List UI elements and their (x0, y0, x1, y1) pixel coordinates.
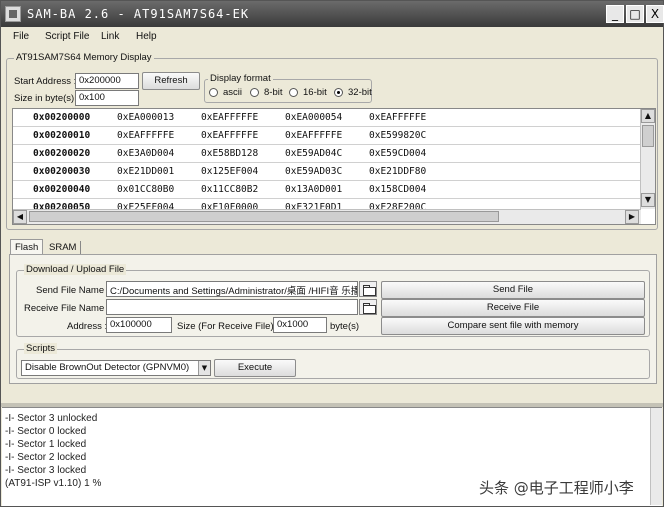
hscroll-thumb[interactable] (29, 211, 499, 222)
memory-cell: 0xE21DD001 (117, 166, 175, 177)
row-address: 0x00200040 (33, 184, 91, 195)
radio-16bit-circle[interactable] (289, 88, 298, 97)
table-row: 0x00200020 0xE3A0D004 0xE58BD128 0xE59AD… (13, 145, 641, 163)
download-upload-title: Download / Upload File (24, 264, 127, 275)
memory-cell: 0xE599820C (369, 130, 427, 141)
memory-cell: 0xE21DDF80 (369, 166, 427, 177)
memory-cell: 0x125EF004 (201, 166, 259, 177)
receive-file-button[interactable]: Receive File (381, 299, 645, 317)
open-folder-icon[interactable] (359, 299, 377, 315)
refresh-button[interactable]: Refresh (142, 72, 200, 90)
address-input[interactable]: 0x100000 (106, 317, 172, 333)
maximize-button[interactable]: □ (626, 5, 644, 23)
vertical-scrollbar[interactable]: ▲ ▼ (640, 109, 655, 209)
row-address: 0x00200020 (33, 148, 91, 159)
menu-help[interactable]: Help (136, 31, 157, 42)
memory-cell: 0x158CD004 (369, 184, 427, 195)
menu-bar: File Script File Link Help (1, 28, 663, 46)
receive-file-label: Receive File Name : (24, 303, 110, 314)
memory-cell: 0xE59AD04C (285, 148, 343, 159)
memory-cell: 0x01CC80B0 (117, 184, 175, 195)
log-line: -I- Sector 1 locked (5, 439, 87, 450)
memory-cell: 0xE59AD03C (285, 166, 343, 177)
memory-table[interactable]: 0x00200000 0xEA000013 0xEAFFFFFE 0xEA000… (12, 108, 656, 225)
tab-divider (80, 241, 81, 255)
scroll-down-icon[interactable]: ▼ (641, 193, 655, 207)
scroll-thumb[interactable] (642, 125, 654, 147)
memory-cell: 0xEAFFFFFE (201, 112, 259, 123)
radio-32bit-circle[interactable] (334, 88, 343, 97)
table-row: 0x00200010 0xEAFFFFFE 0xEAFFFFFE 0xEAFFF… (13, 127, 641, 145)
memory-cell: 0xEAFFFFFE (285, 130, 343, 141)
send-file-label: Send File Name : (36, 285, 110, 296)
scroll-up-icon[interactable]: ▲ (641, 109, 655, 123)
address-label: Address : (67, 321, 108, 332)
memory-cell: 0xEA000054 (285, 112, 343, 123)
row-address: 0x00200030 (33, 166, 91, 177)
scroll-left-icon[interactable]: ◀ (13, 210, 27, 224)
memory-cell: 0xE59CD004 (369, 148, 427, 159)
scripts-select[interactable]: Disable BrownOut Detector (GPNVM0) ▼ (21, 360, 211, 376)
receive-size-input[interactable]: 0x1000 (273, 317, 327, 333)
main-window: SAM-BA 2.6 - AT91SAM7S64-EK _ □ X File S… (0, 0, 664, 507)
memory-cell: 0xE3A0D004 (117, 148, 175, 159)
memory-cell: 0xEAFFFFFE (201, 130, 259, 141)
execute-button[interactable]: Execute (214, 359, 296, 377)
table-row: 0x00200040 0x01CC80B0 0x11CC80B2 0x13A0D… (13, 181, 641, 199)
radio-ascii-label: ascii (223, 87, 243, 98)
radio-ascii-circle[interactable] (209, 88, 218, 97)
radio-16bit-label: 16-bit (303, 87, 327, 98)
tab-sram[interactable]: SRAM (45, 240, 80, 255)
compare-button[interactable]: Compare sent file with memory (381, 317, 645, 335)
tab-flash[interactable]: Flash (10, 239, 44, 255)
row-address: 0x00200000 (33, 112, 91, 123)
send-file-input[interactable]: C:/Documents and Settings/Administrator/… (106, 281, 358, 297)
horizontal-scrollbar[interactable]: ◀ ▶ (13, 209, 641, 224)
log-line: (AT91-ISP v1.10) 1 % (5, 478, 102, 489)
start-address-label: Start Address : (14, 76, 77, 87)
size-input[interactable]: 0x100 (75, 90, 139, 106)
log-line: -I- Sector 3 unlocked (5, 413, 98, 424)
size-label: Size in byte(s) : (14, 93, 80, 104)
memory-display-title: AT91SAM7S64 Memory Display (14, 52, 154, 63)
table-row: 0x00200000 0xEA000013 0xEAFFFFFE 0xEA000… (13, 109, 641, 127)
minimize-button[interactable]: _ (606, 5, 624, 23)
memory-cell: 0xEAFFFFFE (117, 130, 175, 141)
log-scrollbar[interactable] (650, 408, 662, 505)
receive-size-label: Size (For Receive File) : (177, 321, 279, 332)
radio-8bit-circle[interactable] (250, 88, 259, 97)
memory-cell: 0xEAFFFFFE (369, 112, 427, 123)
menu-script-file[interactable]: Script File (45, 31, 89, 42)
title-bar[interactable]: SAM-BA 2.6 - AT91SAM7S64-EK _ □ X (1, 1, 664, 27)
table-row: 0x00200030 0xE21DD001 0x125EF004 0xE59AD… (13, 163, 641, 181)
menu-file[interactable]: File (13, 31, 29, 42)
memory-cell: 0xE58BD128 (201, 148, 259, 159)
size-unit-label: byte(s) (330, 321, 360, 332)
scripts-title: Scripts (24, 343, 58, 354)
send-file-button[interactable]: Send File (381, 281, 645, 299)
close-button[interactable]: X (646, 5, 664, 23)
row-address: 0x00200010 (33, 130, 91, 141)
log-line: -I- Sector 0 locked (5, 426, 87, 437)
app-icon (5, 6, 21, 22)
radio-8bit-label: 8-bit (264, 87, 283, 98)
memory-cell: 0xEA000013 (117, 112, 175, 123)
log-line: -I- Sector 2 locked (5, 452, 87, 463)
radio-32bit-label: 32-bit (348, 87, 372, 98)
window-title: SAM-BA 2.6 - AT91SAM7S64-EK (27, 7, 250, 21)
open-folder-icon[interactable] (359, 281, 377, 297)
memory-cell: 0x13A0D001 (285, 184, 343, 195)
watermark: 头条 @电子工程师小李 (479, 479, 634, 497)
start-address-input[interactable]: 0x200000 (75, 73, 139, 89)
chevron-down-icon[interactable]: ▼ (198, 361, 210, 375)
memory-cell: 0x11CC80B2 (201, 184, 259, 195)
display-format-title: Display format (208, 73, 273, 84)
scripts-select-value: Disable BrownOut Detector (GPNVM0) (25, 362, 190, 373)
scroll-right-icon[interactable]: ▶ (625, 210, 639, 224)
receive-file-input[interactable] (106, 299, 358, 315)
menu-link[interactable]: Link (101, 31, 119, 42)
log-line: -I- Sector 3 locked (5, 465, 87, 476)
